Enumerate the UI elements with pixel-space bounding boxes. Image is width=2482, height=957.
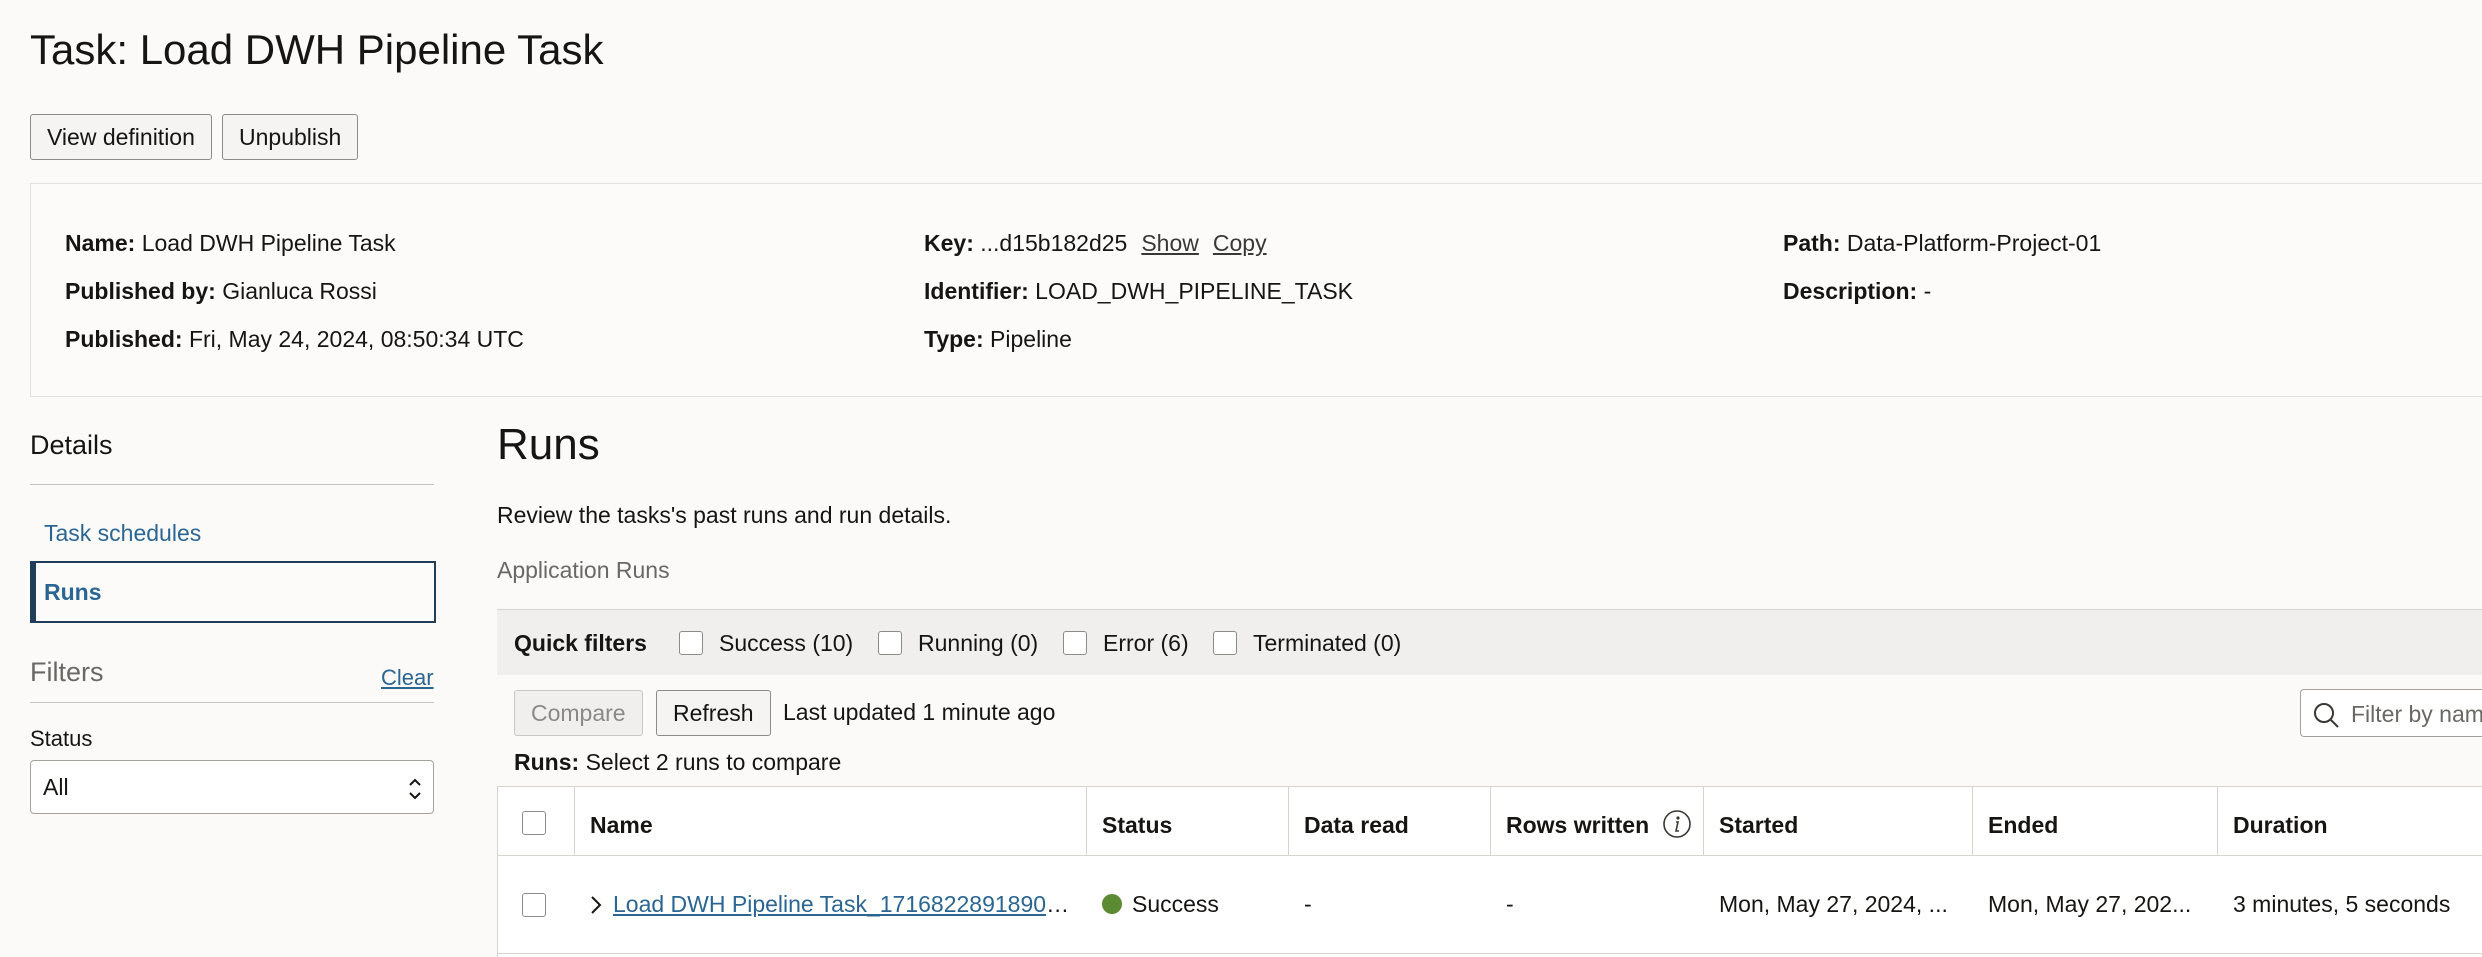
quick-filter-terminated-label: Terminated (0) <box>1253 630 1402 656</box>
column-separator <box>1703 787 1704 855</box>
sidebar-divider <box>30 484 434 485</box>
run-status-cell: Success <box>1132 891 1219 917</box>
status-filter-value: All <box>43 774 69 800</box>
filters-clear-link[interactable]: Clear <box>381 665 434 691</box>
key-show-link[interactable]: Show <box>1141 230 1199 256</box>
column-header-ended[interactable]: Ended <box>1988 812 2058 839</box>
quick-filter-terminated-checkbox[interactable] <box>1213 631 1237 655</box>
column-separator <box>574 787 575 855</box>
refresh-button[interactable]: Refresh <box>656 690 771 736</box>
info-name: Name: Load DWH Pipeline Task <box>65 230 396 256</box>
runs-compare-hint: Runs: Select 2 runs to compare <box>514 749 842 775</box>
sidebar-title: Details <box>30 430 113 460</box>
runs-description: Review the tasks's past runs and run det… <box>497 502 952 528</box>
quick-filters-label: Quick filters <box>514 630 647 656</box>
chevron-right-icon[interactable] <box>586 893 606 922</box>
info-type: Type: Pipeline <box>924 326 1072 352</box>
search-icon <box>2311 700 2341 735</box>
quick-filter-success-label: Success (10) <box>719 630 854 656</box>
status-filter-select[interactable]: All <box>30 760 434 814</box>
last-updated-text: Last updated 1 minute ago <box>783 699 1056 725</box>
column-header-name[interactable]: Name <box>590 812 653 839</box>
filter-by-name-placeholder: Filter by name <box>2351 701 2482 727</box>
column-header-duration[interactable]: Duration <box>2233 812 2328 839</box>
run-duration-cell: 3 minutes, 5 seconds <box>2233 891 2451 917</box>
run-rows-written-cell: - <box>1506 891 1514 917</box>
run-ended-cell: Mon, May 27, 202... <box>1988 891 2192 917</box>
info-path: Path: Data-Platform-Project-01 <box>1783 230 2102 256</box>
filter-by-name-input[interactable]: Filter by name <box>2300 689 2482 737</box>
run-name-link[interactable]: Load DWH Pipeline Task_1716822891890_... <box>613 891 1073 917</box>
header-divider <box>498 855 2482 856</box>
compare-button[interactable]: Compare <box>514 690 643 736</box>
quick-filter-error-label: Error (6) <box>1103 630 1189 656</box>
view-definition-button[interactable]: View definition <box>30 114 212 160</box>
info-published-by: Published by: Gianluca Rossi <box>65 278 377 304</box>
column-header-status[interactable]: Status <box>1102 812 1172 839</box>
info-description: Description: - <box>1783 278 1932 304</box>
quick-filter-success-checkbox[interactable] <box>679 631 703 655</box>
info-icon[interactable] <box>1662 809 1692 845</box>
filters-divider <box>30 702 434 703</box>
unpublish-button[interactable]: Unpublish <box>222 114 359 160</box>
run-data-read-cell: - <box>1304 891 1312 917</box>
info-published: Published: Fri, May 24, 2024, 08:50:34 U… <box>65 326 524 352</box>
page-title: Task: Load DWH Pipeline Task <box>30 26 604 73</box>
application-runs-label: Application Runs <box>497 557 670 583</box>
quick-filter-running-label: Running (0) <box>918 630 1039 656</box>
column-separator <box>2217 787 2218 855</box>
run-name-cell: Load DWH Pipeline Task_1716822891890_... <box>613 891 1073 918</box>
select-all-checkbox[interactable] <box>522 811 546 835</box>
quick-filter-running-checkbox[interactable] <box>878 631 902 655</box>
run-started-cell: Mon, May 27, 2024, ... <box>1719 891 1948 917</box>
sidebar-item-task-schedules[interactable]: Task schedules <box>44 520 201 547</box>
status-filter-label: Status <box>30 726 93 751</box>
column-header-data-read[interactable]: Data read <box>1304 812 1409 839</box>
column-separator <box>1972 787 1973 855</box>
column-header-rows-written[interactable]: Rows written <box>1506 809 1692 845</box>
row-checkbox[interactable] <box>522 893 546 917</box>
status-success-icon <box>1102 894 1122 914</box>
column-separator <box>1086 787 1087 855</box>
column-separator <box>1490 787 1491 855</box>
column-separator <box>1288 787 1289 855</box>
runs-table: Name Status Data read Rows written Start… <box>497 786 2482 957</box>
filters-title: Filters <box>30 657 104 687</box>
quick-filter-error-checkbox[interactable] <box>1063 631 1087 655</box>
key-copy-link[interactable]: Copy <box>1213 230 1267 256</box>
info-identifier: Identifier: LOAD_DWH_PIPELINE_TASK <box>924 278 1354 304</box>
info-key: Key: ...d15b182d25 Show Copy <box>924 230 1267 256</box>
column-header-started[interactable]: Started <box>1719 812 1798 839</box>
row-divider <box>498 953 2482 954</box>
select-arrows-icon <box>407 771 423 823</box>
runs-title: Runs <box>497 420 600 469</box>
sidebar-item-runs[interactable]: Runs <box>30 561 436 623</box>
